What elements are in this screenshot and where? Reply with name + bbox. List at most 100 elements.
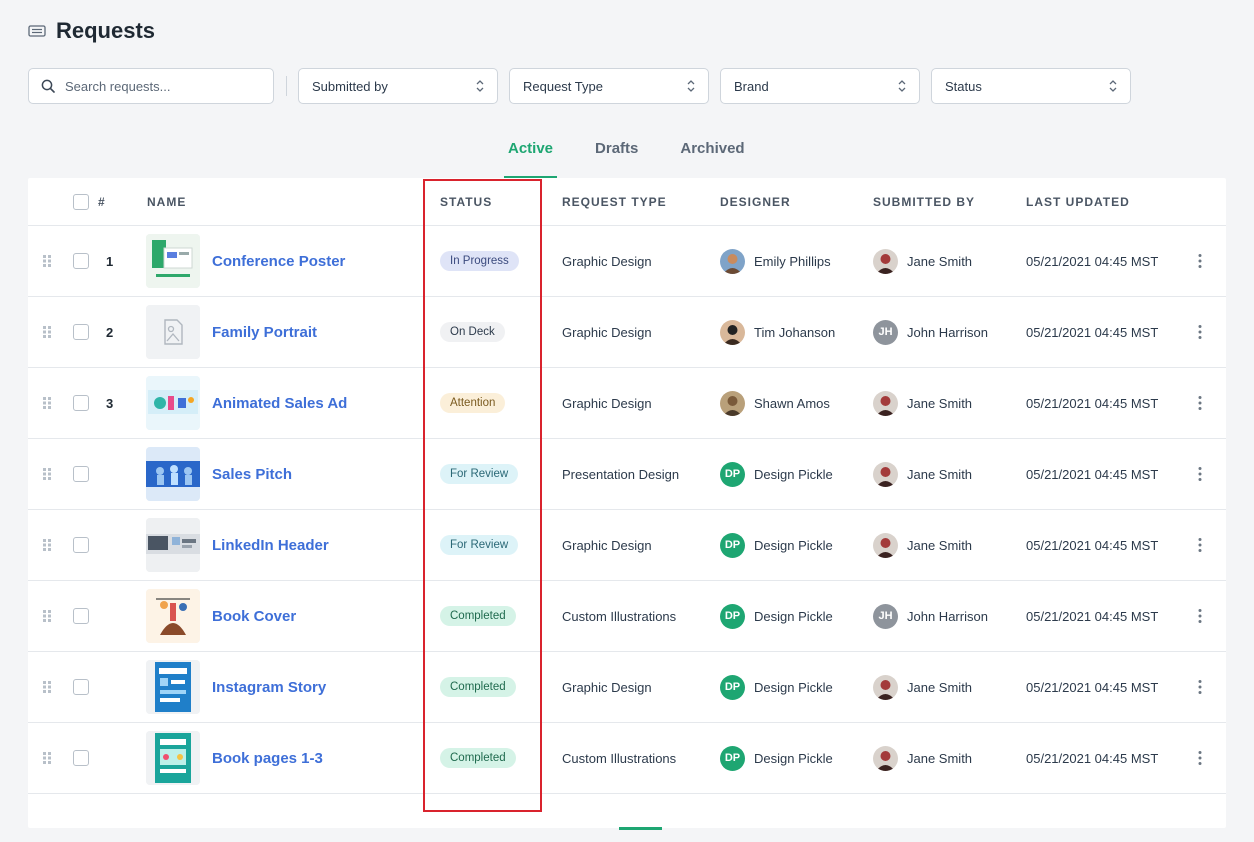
search-input[interactable] xyxy=(65,78,245,94)
select-all-checkbox[interactable] xyxy=(73,194,89,210)
request-name-link[interactable]: Book Cover xyxy=(212,608,296,625)
table-row[interactable]: Book Cover Completed Custom Illustration… xyxy=(28,581,1226,652)
drag-handle-icon[interactable] xyxy=(42,652,52,722)
row-checkbox[interactable] xyxy=(73,324,89,340)
brand-select[interactable]: Brand xyxy=(720,68,920,104)
last-updated-cell: 05/21/2021 04:45 MST xyxy=(1026,750,1159,766)
status-cell: In Progress xyxy=(440,226,519,296)
name-cell: Book pages 1-3 xyxy=(212,723,323,793)
row-checkbox[interactable] xyxy=(73,395,89,411)
request-name-link[interactable]: Conference Poster xyxy=(212,253,345,270)
more-options-icon[interactable] xyxy=(1194,723,1206,793)
col-request-type[interactable]: REQUEST TYPE xyxy=(562,195,667,209)
row-checkbox[interactable] xyxy=(73,750,89,766)
request-name-link[interactable]: Book pages 1-3 xyxy=(212,750,323,767)
thumbnail-cell xyxy=(146,368,200,438)
more-options-icon[interactable] xyxy=(1194,510,1206,580)
designer-name: Tim Johanson xyxy=(754,324,836,340)
col-submitted-by[interactable]: SUBMITTED BY xyxy=(873,195,975,209)
request-name-link[interactable]: Animated Sales Ad xyxy=(212,395,347,412)
drag-handle-icon[interactable] xyxy=(42,297,52,367)
tab-archived[interactable]: Archived xyxy=(676,132,748,178)
status-cell: Completed xyxy=(440,723,516,793)
table-row[interactable]: 2 Family Portrait On Deck Graphic Design… xyxy=(28,297,1226,368)
designer-name: Design Pickle xyxy=(754,537,833,553)
thumbnail-image[interactable] xyxy=(146,447,200,501)
submitter-avatar: JH xyxy=(873,319,898,345)
row-checkbox-cell xyxy=(73,439,89,509)
thumbnail-image[interactable] xyxy=(146,518,200,572)
row-checkbox[interactable] xyxy=(73,608,89,624)
table-row[interactable]: LinkedIn Header For Review Graphic Desig… xyxy=(28,510,1226,581)
thumbnail-image[interactable] xyxy=(146,305,200,359)
row-number: 3 xyxy=(106,395,114,411)
row-checkbox[interactable] xyxy=(73,466,89,482)
col-last-updated[interactable]: LAST UPDATED xyxy=(1026,195,1130,209)
submitted-by-label: Submitted by xyxy=(312,78,388,94)
drag-handle-icon[interactable] xyxy=(42,510,52,580)
row-checkbox[interactable] xyxy=(73,679,89,695)
request-name-link[interactable]: Instagram Story xyxy=(212,679,326,696)
select-all-cell xyxy=(73,178,89,226)
request-type-select[interactable]: Request Type xyxy=(509,68,709,104)
submitted-by-cell: Jane Smith xyxy=(873,652,972,722)
drag-handle-icon[interactable] xyxy=(42,439,52,509)
thumbnail-image[interactable] xyxy=(146,234,200,288)
last-updated-cell: 05/21/2021 04:45 MST xyxy=(1026,324,1159,340)
more-options-icon[interactable] xyxy=(1194,581,1206,651)
avatar-initials: DP xyxy=(724,681,741,693)
request-name-link[interactable]: Family Portrait xyxy=(212,324,317,341)
col-designer[interactable]: DESIGNER xyxy=(720,195,791,209)
thumbnail-image[interactable] xyxy=(146,589,200,643)
submitter-name: Jane Smith xyxy=(907,466,973,482)
thumbnail-image[interactable] xyxy=(146,376,200,430)
thumbnail-image[interactable] xyxy=(146,731,200,785)
scroll-indicator xyxy=(619,827,662,830)
drag-handle-icon[interactable] xyxy=(42,368,52,438)
sort-chevron-icon xyxy=(476,80,484,92)
submitted-by-cell: JH John Harrison xyxy=(873,581,988,651)
table-row[interactable]: Instagram Story Completed Graphic Design… xyxy=(28,652,1226,723)
submitted-by-select[interactable]: Submitted by xyxy=(298,68,498,104)
row-checkbox-cell xyxy=(73,368,89,438)
status-badge: For Review xyxy=(440,464,519,484)
drag-handle-icon[interactable] xyxy=(42,226,52,296)
search-box[interactable] xyxy=(28,68,274,104)
avatar-initials: DP xyxy=(724,468,741,480)
row-checkbox[interactable] xyxy=(73,253,89,269)
col-status[interactable]: STATUS xyxy=(440,195,492,209)
submitter-avatar xyxy=(873,745,898,771)
status-select[interactable]: Status xyxy=(931,68,1131,104)
table-row[interactable]: Sales Pitch For Review Presentation Desi… xyxy=(28,439,1226,510)
table-row[interactable]: Book pages 1-3 Completed Custom Illustra… xyxy=(28,723,1226,794)
more-options-icon[interactable] xyxy=(1194,368,1206,438)
drag-handle-icon[interactable] xyxy=(42,723,52,793)
status-label: Status xyxy=(945,78,982,94)
more-options-icon[interactable] xyxy=(1194,652,1206,722)
drag-handle-icon[interactable] xyxy=(42,581,52,651)
tab-drafts[interactable]: Drafts xyxy=(591,132,642,178)
sort-chevron-icon xyxy=(687,80,695,92)
request-name-link[interactable]: LinkedIn Header xyxy=(212,537,329,554)
submitter-avatar xyxy=(873,248,898,274)
thumbnail-image[interactable] xyxy=(146,660,200,714)
submitter-name: Jane Smith xyxy=(907,537,973,553)
col-name[interactable]: NAME xyxy=(147,195,186,209)
sort-chevron-icon xyxy=(1109,80,1117,92)
designer-avatar xyxy=(720,390,745,416)
request-name-link[interactable]: Sales Pitch xyxy=(212,466,292,483)
row-checkbox[interactable] xyxy=(73,537,89,553)
submitter-avatar xyxy=(873,461,898,487)
more-options-icon[interactable] xyxy=(1194,297,1206,367)
avatar-initials: DP xyxy=(724,539,741,551)
more-options-icon[interactable] xyxy=(1194,439,1206,509)
submitter-name: Jane Smith xyxy=(907,253,973,269)
status-badge: Completed xyxy=(440,606,516,626)
status-badge: For Review xyxy=(440,535,519,555)
table-row[interactable]: 3 Animated Sales Ad Attention Graphic De… xyxy=(28,368,1226,439)
request-type-cell: Graphic Design xyxy=(562,324,652,340)
thumbnail-cell xyxy=(146,581,200,651)
table-row[interactable]: 1 Conference Poster In Progress Graphic … xyxy=(28,226,1226,297)
tab-active[interactable]: Active xyxy=(504,132,558,178)
more-options-icon[interactable] xyxy=(1194,226,1206,296)
